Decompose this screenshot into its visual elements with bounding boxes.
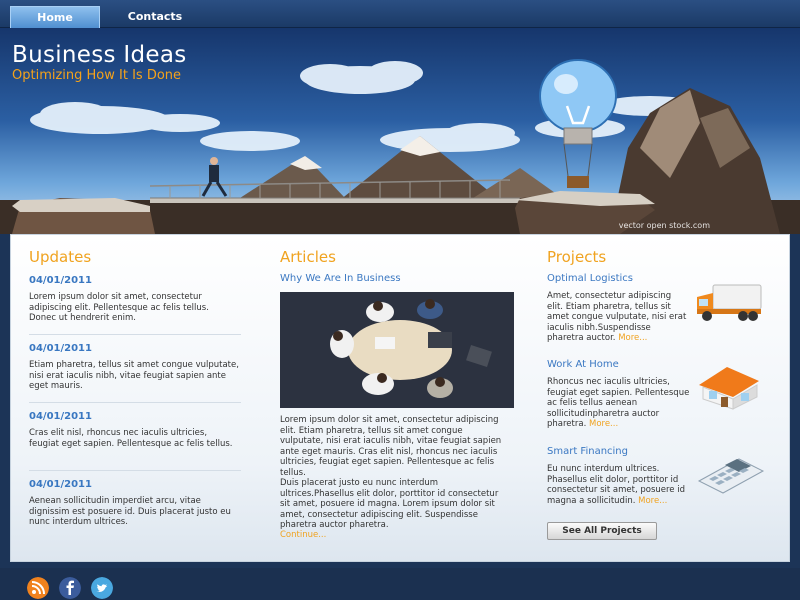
- meeting-photo: [280, 292, 514, 408]
- rss-icon[interactable]: [27, 577, 49, 599]
- continue-link[interactable]: Continue...: [280, 530, 326, 541]
- calculator-icon: [697, 458, 765, 494]
- update-date[interactable]: 04/01/2011: [29, 275, 92, 286]
- update-text: Cras elit nisl, rhoncus nec iaculis ultr…: [29, 428, 233, 449]
- facebook-icon[interactable]: [59, 577, 81, 599]
- divider: [29, 402, 241, 403]
- update-text: Etiam pharetra, tellus sit amet congue v…: [29, 360, 239, 391]
- see-all-projects-button[interactable]: See All Projects: [547, 522, 657, 540]
- project-title-link[interactable]: Work At Home: [547, 359, 619, 370]
- updates-title: Updates: [29, 248, 92, 266]
- update-text: Aenean sollicitudin imperdiet arcu, vita…: [29, 496, 231, 527]
- nav-home-tab[interactable]: Home: [10, 6, 100, 28]
- projects-title: Projects: [547, 248, 607, 266]
- more-link[interactable]: More...: [618, 333, 647, 343]
- twitter-icon[interactable]: [91, 577, 113, 599]
- project-text: Amet, consectetur adipiscing elit. Etiam…: [547, 291, 687, 344]
- site-subtitle: Optimizing How It Is Done: [12, 68, 182, 83]
- update-date[interactable]: 04/01/2011: [29, 343, 92, 354]
- header-banner: Business Ideas Optimizing How It Is Done…: [0, 28, 800, 234]
- project-description: Amet, consectetur adipiscing elit. Etiam…: [547, 291, 687, 343]
- update-text: Lorem ipsum dolor sit amet, consectetur …: [29, 292, 209, 323]
- businessman-figure: [201, 157, 228, 197]
- watermark-text: vector open stock.com: [618, 221, 710, 230]
- article-heading-link[interactable]: Why We Are In Business: [280, 273, 401, 284]
- more-link[interactable]: More...: [638, 496, 667, 506]
- articles-title: Articles: [280, 248, 336, 266]
- main-content: Updates 04/01/2011 Lorem ipsum dolor sit…: [10, 234, 790, 562]
- article-paragraph: Lorem ipsum dolor sit amet, consectetur …: [280, 415, 502, 478]
- more-link[interactable]: More...: [589, 419, 618, 429]
- project-title-link[interactable]: Smart Financing: [547, 446, 628, 457]
- project-text: Rhoncus nec iaculis ultricies, feugiat e…: [547, 377, 692, 430]
- project-text: Eu nunc interdum ultrices. Phasellus eli…: [547, 464, 692, 506]
- truck-icon: [697, 284, 762, 321]
- site-title: Business Ideas: [12, 42, 187, 68]
- project-title-link[interactable]: Optimal Logistics: [547, 273, 633, 284]
- article-paragraph: Duis placerat justo eu nunc interdum ult…: [280, 478, 499, 530]
- top-navigation: Home Contacts: [0, 0, 800, 28]
- divider: [29, 470, 241, 471]
- update-date[interactable]: 04/01/2011: [29, 479, 92, 490]
- house-icon: [699, 367, 759, 410]
- footer: [0, 568, 800, 600]
- nav-contacts-tab[interactable]: Contacts: [110, 6, 200, 28]
- update-date[interactable]: 04/01/2011: [29, 411, 92, 422]
- divider: [29, 334, 241, 335]
